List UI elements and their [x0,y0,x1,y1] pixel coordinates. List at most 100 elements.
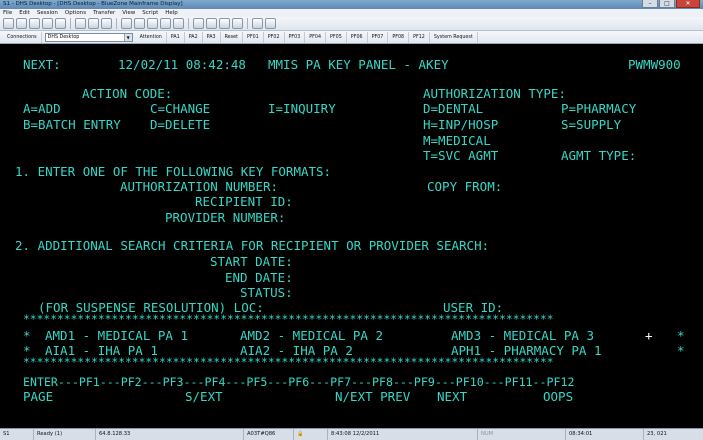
link-amd2: AMD2 - MEDICAL PA 2 [240,328,383,343]
codes-row-2: B=BATCH ENTRY D=DELETE H=INP/HOSP S=SUPP… [0,117,621,133]
codes-row-1: A=ADD C=CHANGE I=INQUIRY D=DENTAL P=PHAR… [0,101,636,117]
code-batch: B=BATCH ENTRY [23,117,121,132]
connections-button[interactable]: Connections [3,31,42,43]
display-icon[interactable] [134,18,145,29]
pf03-key[interactable]: PF03 [285,31,306,43]
copy-from-label: COPY FROM: [427,179,503,194]
recipient-id-label: RECIPIENT ID: [195,194,293,209]
folder-icon[interactable] [121,18,132,29]
pf12-key[interactable]: PF12 [409,31,430,43]
panel-id: PWMW900 [628,57,681,72]
pf07-key[interactable]: PF07 [368,31,389,43]
print-icon[interactable] [75,18,86,29]
auth-type-label: AUTHORIZATION TYPE: [423,86,566,101]
pf06-key[interactable]: PF06 [347,31,368,43]
pa1-key[interactable]: PA1 [167,31,185,43]
header-row: NEXT: 12/02/11 08:42:48 MMIS PA KEY PANE… [0,57,681,73]
provider-number-label: PROVIDER NUMBER: [165,210,286,225]
record-icon[interactable] [206,18,217,29]
code-delete: D=DELETE [150,117,211,132]
play-icon[interactable] [219,18,230,29]
menu-file[interactable]: File [3,9,12,17]
menu-options[interactable]: Options [65,9,86,17]
star-right: * [677,343,685,358]
type-medical: M=MEDICAL [423,133,491,148]
end-date-label: END DATE: [225,270,293,285]
menu-session[interactable]: Session [37,9,58,17]
status-label: STATUS: [240,285,293,300]
type-supply: S=SUPPLY [561,117,622,132]
maximize-button[interactable]: □ [659,0,675,8]
window-titlebar[interactable]: S1 - DHS Desktop - [DHS Desktop - BlueZo… [0,0,703,9]
menu-edit[interactable]: Edit [19,9,30,17]
menu-help[interactable]: Help [165,9,178,17]
pf08-key[interactable]: PF08 [388,31,410,43]
step2-row: 2. ADDITIONAL SEARCH CRITERIA FOR RECIPI… [0,238,489,254]
disconnect-icon[interactable] [173,18,184,29]
system-request-key[interactable]: System Request [430,31,478,43]
menu-view[interactable]: View [122,9,135,17]
link-amd1: AMD1 - MEDICAL PA 1 [45,328,188,343]
pf04-key[interactable]: PF04 [305,31,327,43]
pa3-key[interactable]: PA3 [203,31,221,43]
attention-key[interactable]: Attention [136,31,167,43]
menu-bar: File Edit Session Options Transfer View … [0,9,703,17]
pa2-key[interactable]: PA2 [185,31,203,43]
paste-icon[interactable] [55,18,66,29]
link-amd3: AMD3 - MEDICAL PA 3 [451,328,594,343]
session-select[interactable]: DHS Desktop ▼ [44,32,133,42]
start-date-row: START DATE: [0,254,293,270]
pf02-key[interactable]: PF02 [264,31,285,43]
menu-transfer[interactable]: Transfer [93,9,115,17]
type-svcagmt: T=SVC AGMT [423,148,499,163]
script-icon[interactable] [193,18,204,29]
quick-links-row-1: * AMD1 - MEDICAL PA 1 AMD2 - MEDICAL PA … [0,328,685,344]
lock-icon: 🔒 [294,429,328,440]
pf-next: NEXT [437,389,468,404]
stop-sign-icon[interactable] [265,18,276,29]
toolbar-divider [116,18,117,29]
pf05-key[interactable]: PF05 [326,31,347,43]
recipient-row: RECIPIENT ID: [0,194,293,210]
status-row: STATUS: [0,285,293,301]
stars-top-row: ****************************************… [0,312,554,328]
terminal-screen[interactable]: NEXT: 12/02/11 08:42:48 MMIS PA KEY PANE… [0,44,703,428]
close-button[interactable]: ✕ [676,0,700,8]
labels-row: ACTION CODE: AUTHORIZATION TYPE: [0,86,566,102]
toolbar-divider [188,18,189,29]
book-icon[interactable] [252,18,263,29]
pf-labels-row: PAGE S/EXT N/EXT PREV NEXT OOPS [0,389,573,405]
stars-border-top: ****************************************… [23,313,554,326]
connect-icon[interactable] [160,18,171,29]
status-ready: Ready (1) [34,429,96,440]
transfer-icon[interactable] [88,18,99,29]
settings-icon[interactable] [101,18,112,29]
status-bar: S1 Ready (1) 64.8.128.33 A03T#Q86 🔒 8:43… [0,428,703,440]
pf-page: PAGE [23,389,54,404]
window-title: S1 - DHS Desktop - [DHS Desktop - BlueZo… [3,1,183,7]
keyboard-icon[interactable] [147,18,158,29]
code-inquiry: I=INQUIRY [268,101,336,116]
new-session-icon[interactable] [3,18,14,29]
status-timestamp: 8:43:08 12/2/2011 [328,429,478,440]
type-pharmacy: P=PHARMACY [561,101,637,116]
start-date-label: START DATE: [210,254,293,269]
auth-number-row: AUTHORIZATION NUMBER: COPY FROM: [0,179,502,195]
copy-icon[interactable] [42,18,53,29]
codes-row-4: T=SVC AGMT AGMT TYPE: [0,148,636,164]
open-icon[interactable] [16,18,27,29]
icon-toolbar [0,17,703,31]
pf-sext: S/EXT [185,389,223,404]
menu-script[interactable]: Script [142,9,158,17]
cut-icon[interactable] [29,18,40,29]
step2-heading: 2. ADDITIONAL SEARCH CRITERIA FOR RECIPI… [15,238,490,253]
minimize-button[interactable]: – [642,0,658,8]
stars-border-bottom: ****************************************… [23,356,554,369]
pf01-key[interactable]: PF01 [243,31,264,43]
reset-key[interactable]: Reset [221,31,243,43]
stop-icon[interactable] [232,18,243,29]
provider-row: PROVIDER NUMBER: [0,210,285,226]
end-date-row: END DATE: [0,270,293,286]
step1-heading: 1. ENTER ONE OF THE FOLLOWING KEY FORMAT… [15,164,332,179]
next-label: NEXT: [23,57,61,72]
